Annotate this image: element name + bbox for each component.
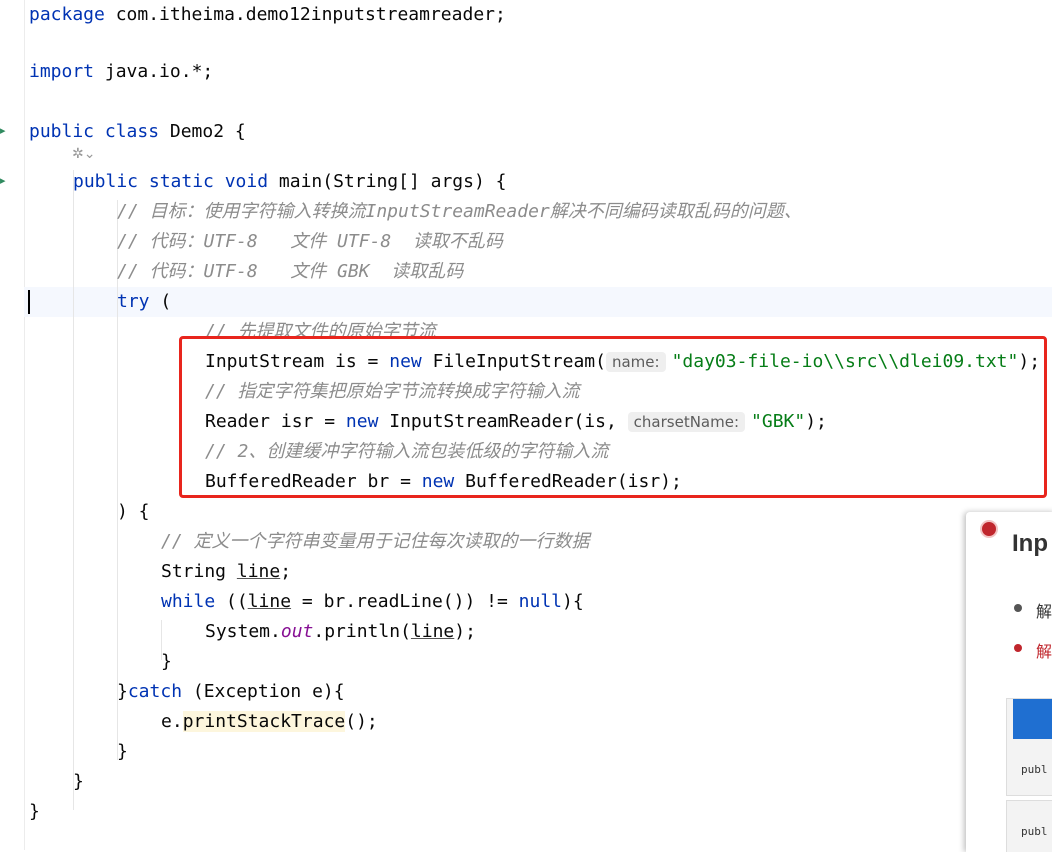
panel-card-code: publ <box>1021 825 1048 838</box>
panel-bullet-text: 解 <box>1036 644 1052 661</box>
code-comment: // 代码：UTF-8 文件 GBK 读取乱码 <box>117 261 464 282</box>
panel-bullet-text: 解 <box>1036 604 1052 621</box>
code-line-printstacktrace: e.printStackTrace(); <box>161 711 378 732</box>
record-icon <box>980 520 998 538</box>
current-line-highlight <box>24 287 1052 317</box>
code-comment: // 定义一个字符串变量用于记住每次读取的一行数据 <box>161 531 590 552</box>
code-line-catch: }catch (Exception e){ <box>117 681 345 702</box>
run-gutter-icon[interactable]: ▸ <box>0 174 6 187</box>
code-line-brace: } <box>73 771 84 792</box>
code-line-brace: } <box>161 651 172 672</box>
slide-overlay-panel: Inp 解 解 publ publ <box>966 512 1052 852</box>
code-line-brace: } <box>117 741 128 762</box>
panel-card-header <box>1013 699 1052 739</box>
code-line-println: System.out.println(line); <box>205 621 476 642</box>
panel-card: publ <box>1006 698 1052 796</box>
code-line-main: public static void main(String[] args) { <box>73 171 507 192</box>
code-line-package: package com.itheima.demo12inputstreamrea… <box>29 4 506 25</box>
code-comment: // 代码：UTF-8 文件 UTF-8 读取不乱码 <box>117 231 503 252</box>
bullet-dot <box>1014 604 1022 612</box>
run-gutter-icon[interactable]: ▸ <box>0 124 6 137</box>
panel-card-code: publ <box>1021 763 1048 776</box>
editor-gutter-divider <box>24 0 25 850</box>
code-line-try-close: ) { <box>117 501 150 522</box>
code-line-string: String line; <box>161 561 292 582</box>
code-line-try: try ( <box>117 291 172 312</box>
bullet-dot <box>1014 644 1022 652</box>
code-line-class: public class Demo2 { <box>29 121 246 142</box>
code-line-brace: } <box>29 801 40 822</box>
code-line-while: while ((line = br.readLine()) != null){ <box>161 591 584 612</box>
code-comment: // 目标：使用字符输入转换流InputStreamReader解决不同编码读取… <box>117 201 802 222</box>
panel-card: publ <box>1006 800 1052 852</box>
panel-title: Inp <box>1012 530 1048 557</box>
code-line-import: import java.io.*; <box>29 61 214 82</box>
text-caret <box>28 290 30 314</box>
ai-assistant-icon[interactable]: ✲⌄ <box>72 146 95 162</box>
highlight-annotation-box <box>179 336 1047 498</box>
indent-guide <box>73 170 74 810</box>
